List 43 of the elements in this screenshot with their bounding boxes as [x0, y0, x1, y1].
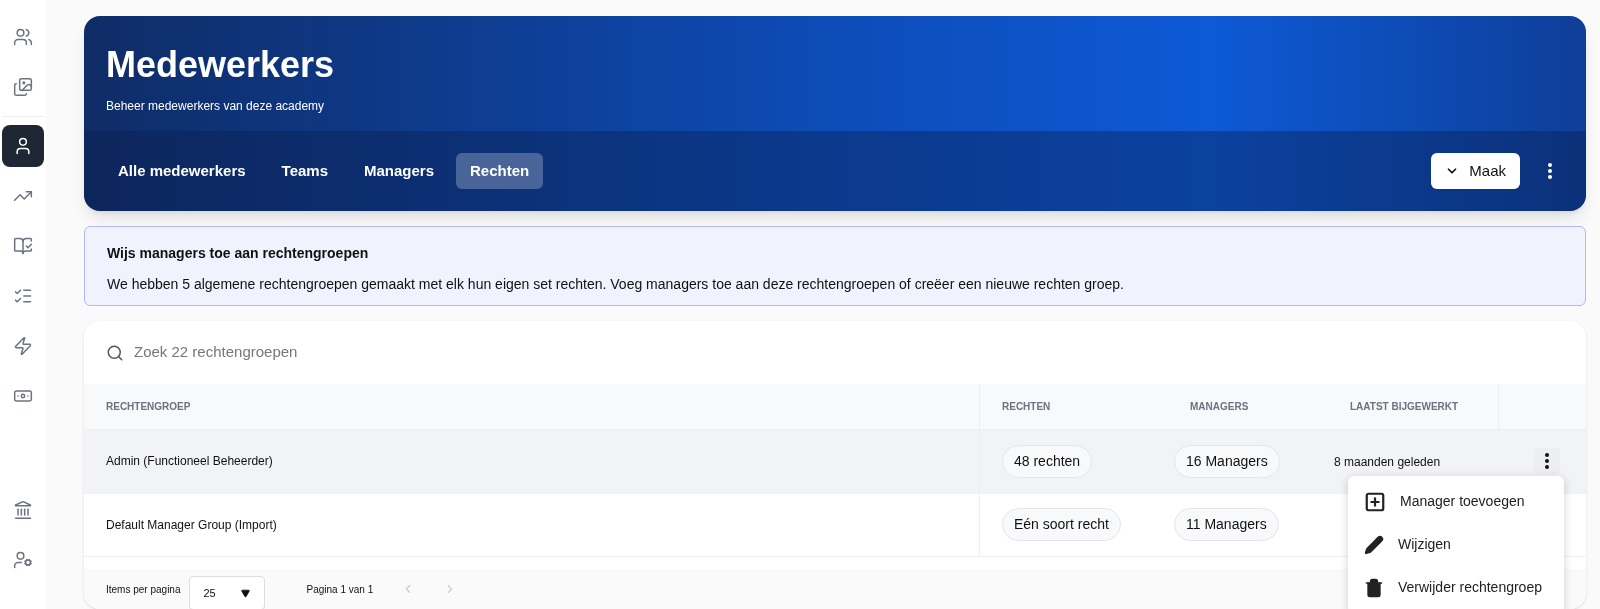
- menu-item[interactable]: Verwijder rechtengroep: [1348, 566, 1564, 609]
- info-text: We hebben 5 algemene rechtengroepen gemaakt met elk hun eigen set rechten. Voeg managers toe aan deze rechtengroepen of creëer een nieuwe rechten groep.: [107, 275, 1125, 294]
- tab[interactable]: Rechten: [456, 153, 544, 189]
- group-name: Admin (Functioneel Beheerder): [106, 453, 273, 471]
- search-field[interactable]: Zoek 22 rechtengroepen: [134, 341, 1564, 364]
- pencil-icon: [1364, 534, 1384, 555]
- column-header: RECHTEN: [1001, 400, 1052, 415]
- rights-pill: Eén soort recht: [1002, 508, 1121, 542]
- create-button[interactable]: Maak: [1431, 153, 1520, 189]
- rights-pill: 48 rechten: [1002, 444, 1093, 478]
- page-indicator: Pagina 1 van 1: [306, 582, 374, 597]
- info-title: Wijs managers toe aan rechtengroepen: [107, 244, 370, 263]
- dropdown-icon: [240, 588, 250, 598]
- tab[interactable]: Teams: [267, 153, 342, 189]
- table-row[interactable]: Admin (Functioneel Beheerder) 48 rechten 16 Managers 8 maanden geleden: [84, 430, 1586, 494]
- tab[interactable]: Managers: [350, 153, 449, 189]
- book-icon: [13, 236, 33, 256]
- column-header: RECHTENGROEP: [84, 384, 980, 430]
- bank-icon: [13, 500, 33, 520]
- search-icon: [106, 343, 124, 362]
- add-icon: [1364, 490, 1386, 513]
- more-icon: [1545, 453, 1549, 470]
- page-title: Medewerkers: [106, 43, 336, 87]
- page-subtitle: Beheer medewerkers van deze academy: [106, 98, 326, 115]
- items-per-page-label: Items per pagina: [106, 582, 181, 597]
- user-icon: [13, 136, 33, 156]
- updated-date: 8 maanden geleden: [1334, 455, 1441, 470]
- users-icon: [13, 27, 33, 47]
- bolt-icon: [13, 336, 33, 356]
- checklist-icon: [13, 286, 33, 306]
- trash-icon: [1364, 577, 1384, 598]
- column-header: MANAGERS: [1189, 400, 1250, 415]
- page-size-select[interactable]: 25: [188, 576, 265, 609]
- tab[interactable]: Alle medewerkers: [104, 153, 260, 189]
- user-gear-icon: [13, 550, 33, 570]
- more-icon: [1548, 163, 1552, 179]
- images-icon: [13, 77, 33, 97]
- managers-pill: 11 Managers: [1174, 508, 1279, 542]
- row-actions-button[interactable]: [1534, 448, 1560, 475]
- managers-pill: 16 Managers: [1174, 444, 1280, 478]
- group-name: Default Manager Group (Import): [106, 516, 277, 534]
- sidebar-item[interactable]: [2, 125, 44, 167]
- column-header: LAATST BIJGEWERKT: [1349, 400, 1460, 415]
